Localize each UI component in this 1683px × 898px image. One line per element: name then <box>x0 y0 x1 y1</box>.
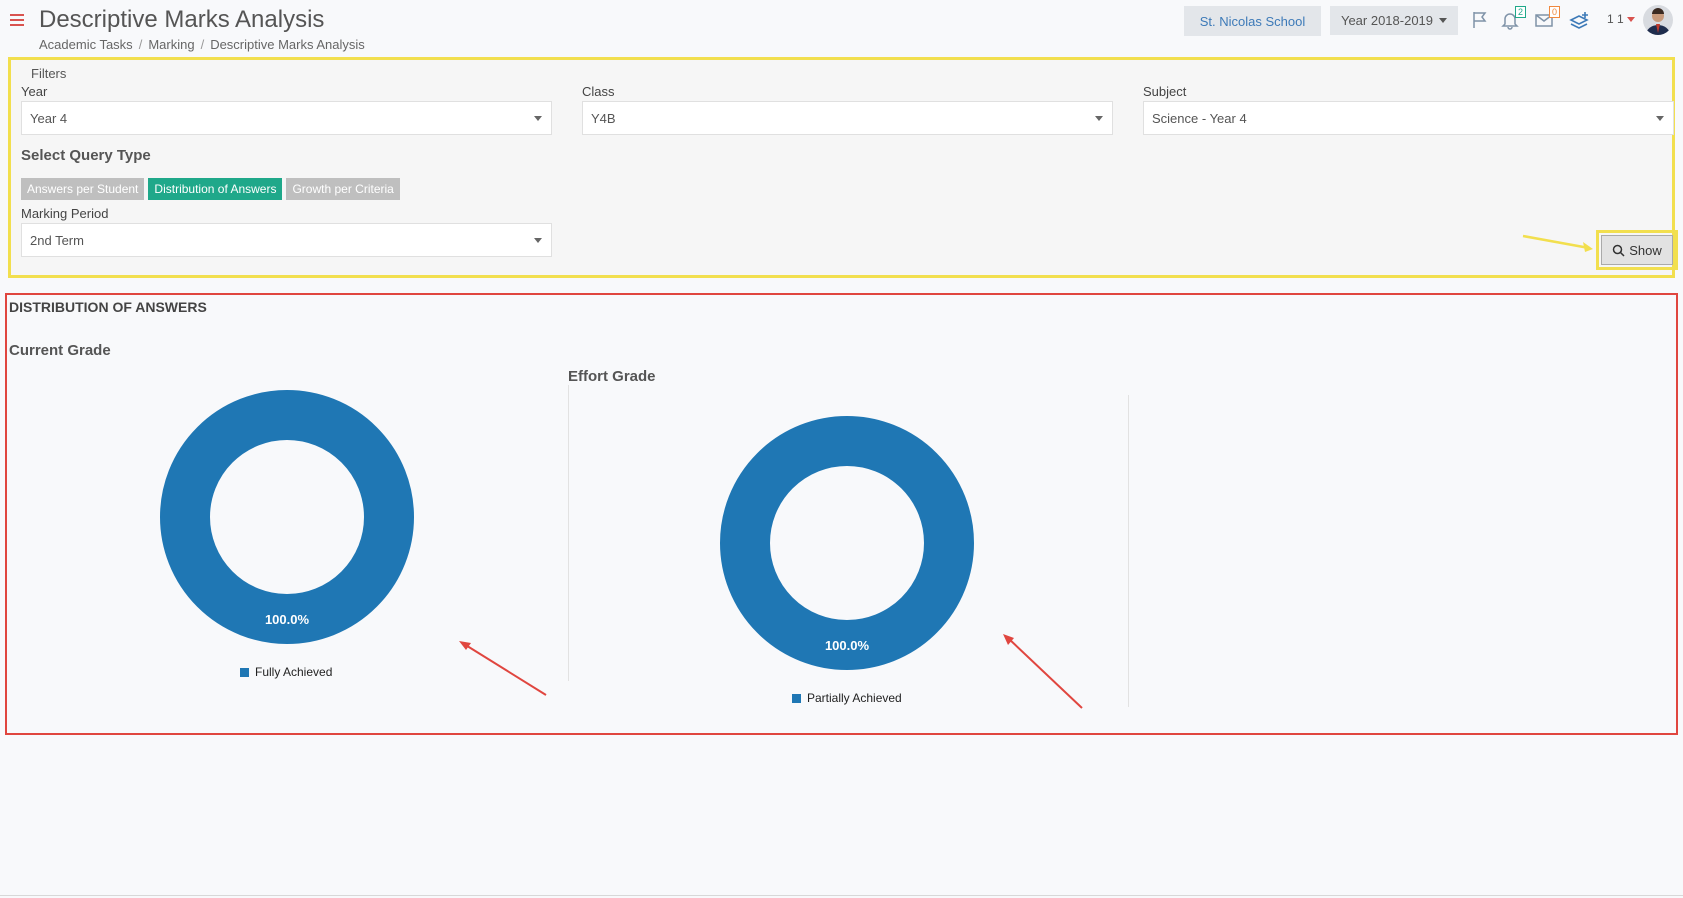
messages-badge: 0 <box>1548 6 1560 18</box>
tab-growth-per-criteria[interactable]: Growth per Criteria <box>286 178 400 200</box>
class-select[interactable]: Y4B <box>582 101 1113 135</box>
bell-icon[interactable]: 2 <box>1500 6 1526 30</box>
notifications-badge: 2 <box>1514 6 1526 18</box>
legend-current-grade: Fully Achieved <box>240 665 332 679</box>
donut-chart-current-grade: 100.0% <box>160 390 414 644</box>
legend-label: Partially Achieved <box>807 691 902 705</box>
breadcrumb-current: Descriptive Marks Analysis <box>210 37 365 52</box>
legend-swatch <box>240 667 249 677</box>
marking-period-label: Marking Period <box>21 206 109 221</box>
annotation-arrow-red <box>459 641 547 696</box>
tab-answers-per-student[interactable]: Answers per Student <box>21 178 145 200</box>
user-label: 1 1 <box>1607 12 1624 26</box>
filters-legend: Filters <box>27 66 71 81</box>
chevron-down-icon <box>1656 116 1664 121</box>
chart-title-effort-grade: Effort Grade <box>568 368 656 385</box>
data-label: 100.0% <box>265 612 310 627</box>
user-menu[interactable]: 1 1 <box>1607 12 1635 26</box>
show-button-label: Show <box>1629 242 1662 258</box>
show-button[interactable]: Show <box>1601 235 1673 265</box>
chart-title-current-grade: Current Grade <box>9 342 111 359</box>
year-selector-label: Year 2018-2019 <box>1340 13 1434 28</box>
query-type-tabs: Answers per Student Distribution of Answ… <box>21 178 400 200</box>
breadcrumb-academic-tasks[interactable]: Academic Tasks <box>39 37 133 52</box>
donut-slice <box>720 416 974 670</box>
breadcrumb-marking[interactable]: Marking <box>148 37 194 52</box>
chevron-down-icon <box>534 238 542 243</box>
subject-label: Subject <box>1143 84 1187 99</box>
legend-label: Fully Achieved <box>255 665 333 679</box>
flag-icon[interactable] <box>1470 10 1490 30</box>
year-selector[interactable]: Year 2018-2019 <box>1330 6 1458 35</box>
envelope-icon[interactable]: 0 <box>1534 6 1560 30</box>
school-button[interactable]: St. Nicolas School <box>1184 6 1321 36</box>
chart-divider <box>1128 395 1129 707</box>
donut-slice <box>160 390 414 644</box>
marking-period-select[interactable]: 2nd Term <box>21 223 552 257</box>
subject-select-value: Science - Year 4 <box>1152 110 1247 126</box>
page-title: Descriptive Marks Analysis <box>39 6 325 33</box>
marking-period-select-value: 2nd Term <box>30 232 84 248</box>
chevron-down-icon <box>1439 18 1448 23</box>
query-type-heading: Select Query Type <box>21 147 151 164</box>
breadcrumb-separator: / <box>138 37 143 52</box>
annotation-arrow-yellow <box>1522 234 1593 252</box>
breadcrumb: Academic Tasks / Marking / Descriptive M… <box>39 37 365 52</box>
breadcrumb-separator: / <box>200 37 205 52</box>
chevron-down-icon <box>534 116 542 121</box>
year-select[interactable]: Year 4 <box>21 101 552 135</box>
chart-divider <box>568 385 569 681</box>
donut-chart-effort-grade: 100.0% <box>720 416 974 670</box>
results-title: DISTRIBUTION OF ANSWERS <box>9 299 207 315</box>
class-label: Class <box>582 84 615 99</box>
legend-swatch <box>792 693 801 703</box>
menu-icon[interactable] <box>10 14 24 28</box>
bottom-divider <box>0 895 1683 896</box>
results-panel: DISTRIBUTION OF ANSWERS Current Grade Ef… <box>5 293 1678 735</box>
show-button-highlight: Show <box>1596 230 1678 270</box>
legend-effort-grade: Partially Achieved <box>792 691 902 705</box>
chevron-down-icon <box>1095 116 1103 121</box>
annotation-arrow-red <box>1003 634 1083 709</box>
layers-add-icon[interactable] <box>1569 10 1589 30</box>
data-label: 100.0% <box>825 638 870 653</box>
year-select-value: Year 4 <box>30 110 68 126</box>
filters-panel: Filters Year Year 4 Class Y4B Subject Sc… <box>8 57 1678 278</box>
avatar[interactable] <box>1643 5 1673 35</box>
subject-select[interactable]: Science - Year 4 <box>1143 101 1674 135</box>
class-select-value: Y4B <box>591 110 616 126</box>
search-icon <box>1612 244 1625 257</box>
year-label: Year <box>21 84 48 99</box>
chevron-down-icon <box>1626 16 1635 22</box>
tab-distribution-of-answers[interactable]: Distribution of Answers <box>148 178 283 200</box>
